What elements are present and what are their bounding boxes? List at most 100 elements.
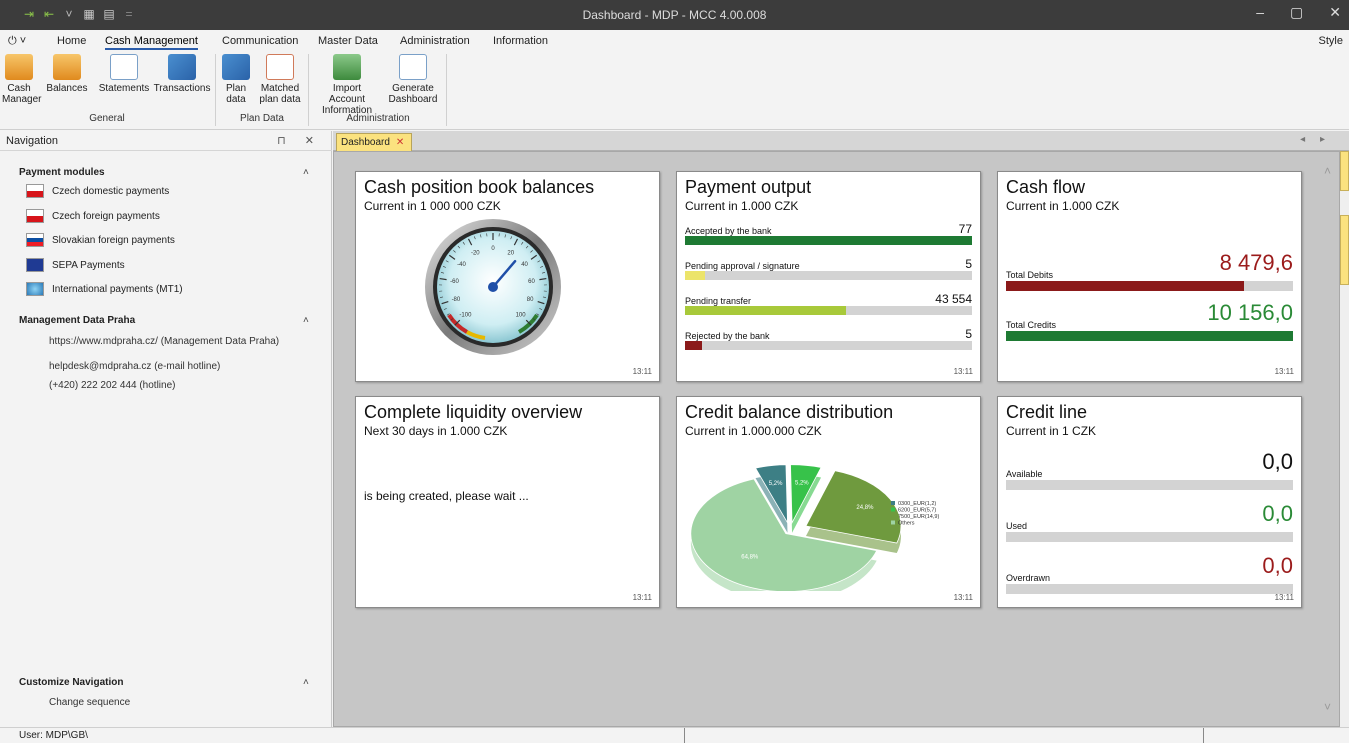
- card-title: Cash position book balances: [364, 177, 595, 197]
- mdp-phone-line: (+420) 222 202 444 (hotline): [49, 380, 176, 391]
- mdp-website-link[interactable]: https://www.mdpraha.cz/ (Management Data…: [49, 336, 279, 347]
- card-payment-output: Payment output Current in 1.000 CZK Acce…: [676, 171, 981, 382]
- matched-plan-data-button[interactable]: Matched plan data: [256, 54, 304, 105]
- progress-fill: [685, 341, 703, 350]
- progress-track: [1006, 480, 1293, 490]
- gauge-tick-label: -20: [471, 250, 480, 256]
- menu-master-data[interactable]: Master Data: [318, 35, 378, 47]
- credit-balance-pie-chart: 5,2% 5,2% 24,8% 64,8% 0300_EUR(1,2)6200_EUR(…: [690, 464, 939, 591]
- loading-message: is being created, please wait ...: [364, 489, 529, 503]
- plan-data-icon: [222, 54, 250, 80]
- cash-manager-button[interactable]: Cash Manager: [2, 54, 41, 105]
- slovak-flag-icon: [26, 233, 44, 247]
- nav-item-slovakian-foreign[interactable]: Slovakian foreign payments: [26, 231, 175, 249]
- menu-administration[interactable]: Administration: [400, 35, 470, 47]
- cash-position-gauge: -100-80-60-40-20020406080100: [425, 219, 561, 355]
- transactions-button[interactable]: Transactions: [152, 54, 212, 94]
- card-subtitle: Current in 1.000.000 CZK: [685, 424, 822, 438]
- mdp-email-link[interactable]: helpdesk@mdpraha.cz (e-mail hotline): [49, 361, 220, 372]
- power-menu-icon[interactable]: ⏻ ˅: [8, 35, 26, 48]
- card-title: Complete liquidity overview: [364, 402, 583, 422]
- dashboard-scrollbar[interactable]: ˄ ˅: [1320, 152, 1339, 726]
- menu-home[interactable]: Home: [57, 35, 86, 47]
- czech-flag-icon: [26, 184, 44, 198]
- card-subtitle: Current in 1.000 CZK: [1006, 199, 1120, 213]
- gauge-tick-label: 20: [507, 250, 514, 256]
- close-icon[interactable]: ✕: [1329, 4, 1341, 21]
- customize-navigation-title[interactable]: Customize Navigation: [19, 677, 123, 688]
- progress-track: [685, 236, 972, 245]
- menu-information[interactable]: Information: [493, 35, 548, 47]
- progress-track: [1006, 281, 1293, 291]
- side-tab[interactable]: [1340, 215, 1349, 285]
- mdp-section-title[interactable]: Management Data Praha: [19, 315, 135, 326]
- payment-modules-title[interactable]: Payment modules: [19, 167, 105, 178]
- nav-item-sepa[interactable]: SEPA Payments: [26, 256, 125, 274]
- legend-label: 0300_EUR(1,2): [898, 501, 936, 507]
- collapse-caret-icon[interactable]: ˄: [303, 315, 309, 326]
- dashboard-icon: [399, 54, 427, 80]
- statement-icon: [110, 54, 138, 80]
- progress-track: [1006, 532, 1293, 542]
- close-tab-icon[interactable]: ✕: [396, 137, 404, 148]
- restore-icon[interactable]: ▢: [1290, 4, 1303, 21]
- czech-flag-icon: [26, 209, 44, 223]
- import-account-information-button[interactable]: Import Account Information: [314, 54, 380, 116]
- import-arrow-icon: [333, 54, 361, 80]
- card-subtitle: Current in 1 CZK: [1006, 424, 1097, 438]
- legend-swatch: [891, 520, 895, 525]
- title-bar: ⇥ ⇤ ˅ ▦ ▤ = Dashboard - MDP - MCC 4.00.0…: [0, 0, 1349, 30]
- status-divider: [1203, 728, 1204, 743]
- window-title: Dashboard - MDP - MCC 4.00.008: [582, 8, 767, 22]
- status-user: User: MDP\GB\: [19, 730, 88, 741]
- gauge-tick-label: 100: [516, 313, 527, 319]
- navigation-pin-close[interactable]: ⊓ ✕: [277, 134, 322, 147]
- card-timestamp: 13:11: [953, 367, 973, 376]
- scroll-up-icon[interactable]: ˄: [1324, 164, 1331, 178]
- document-tab-strip: Dashboard ✕ ◂ ▸: [333, 131, 1349, 151]
- progress-fill: [1006, 331, 1293, 341]
- nav-item-czech-domestic[interactable]: Czech domestic payments: [26, 182, 169, 200]
- pie-slice-label: 5,2%: [769, 481, 783, 487]
- menu-style[interactable]: Style: [1319, 35, 1343, 47]
- card-cash-flow: Cash flow Current in 1.000 CZK Total Deb…: [997, 171, 1302, 382]
- ribbon-separator: [446, 54, 447, 126]
- card-subtitle: Current in 1 000 000 CZK: [364, 199, 501, 213]
- legend-label: 6200_EUR(5,7): [898, 508, 936, 514]
- tab-scroll-arrows[interactable]: ◂ ▸: [1300, 134, 1331, 145]
- generate-dashboard-button[interactable]: Generate Dashboard: [383, 54, 443, 105]
- minimize-icon[interactable]: –: [1256, 4, 1264, 21]
- gauge-tick-label: -100: [459, 313, 472, 319]
- transactions-arrows-icon: [168, 54, 196, 80]
- balances-button[interactable]: Balances: [40, 54, 94, 94]
- card-timestamp: 13:11: [953, 593, 973, 602]
- collapse-caret-icon[interactable]: ˄: [303, 677, 309, 688]
- side-panel-tabs: [1340, 151, 1349, 727]
- cash-manager-icon: [5, 54, 33, 80]
- progress-track: [685, 271, 972, 280]
- dashboard-area: Cash position book balances Current in 1…: [333, 151, 1340, 727]
- collapse-caret-icon[interactable]: ˄: [303, 167, 309, 178]
- navigation-panel: Navigation ⊓ ✕ Payment modules ˄ Czech d…: [0, 131, 332, 743]
- progress-fill: [685, 306, 846, 315]
- legend-swatch: [891, 507, 895, 512]
- legend-swatch: [891, 514, 895, 518]
- pie-slice-label: 24,8%: [856, 505, 874, 511]
- nav-item-czech-foreign[interactable]: Czech foreign payments: [26, 207, 160, 225]
- window-controls: – ▢ ✕: [1256, 4, 1341, 21]
- plan-data-button[interactable]: Plan data: [219, 54, 253, 105]
- menu-cash-management[interactable]: Cash Management: [105, 35, 198, 50]
- side-tab[interactable]: [1340, 151, 1349, 191]
- card-subtitle: Next 30 days in 1.000 CZK: [364, 424, 508, 438]
- menu-communication[interactable]: Communication: [222, 35, 298, 47]
- scroll-down-icon[interactable]: ˅: [1324, 700, 1331, 714]
- card-liquidity-overview: Complete liquidity overview Next 30 days…: [355, 396, 660, 608]
- legend-label: Others: [898, 521, 915, 527]
- status-bar: User: MDP\GB\: [0, 727, 1349, 743]
- change-sequence-link[interactable]: Change sequence: [49, 697, 130, 708]
- statements-button[interactable]: Statements: [97, 54, 151, 94]
- navigation-header: Navigation ⊓ ✕: [0, 131, 332, 151]
- tab-dashboard[interactable]: Dashboard ✕: [336, 133, 412, 151]
- gauge-tick-label: 80: [527, 297, 534, 303]
- nav-item-international[interactable]: International payments (MT1): [26, 280, 183, 298]
